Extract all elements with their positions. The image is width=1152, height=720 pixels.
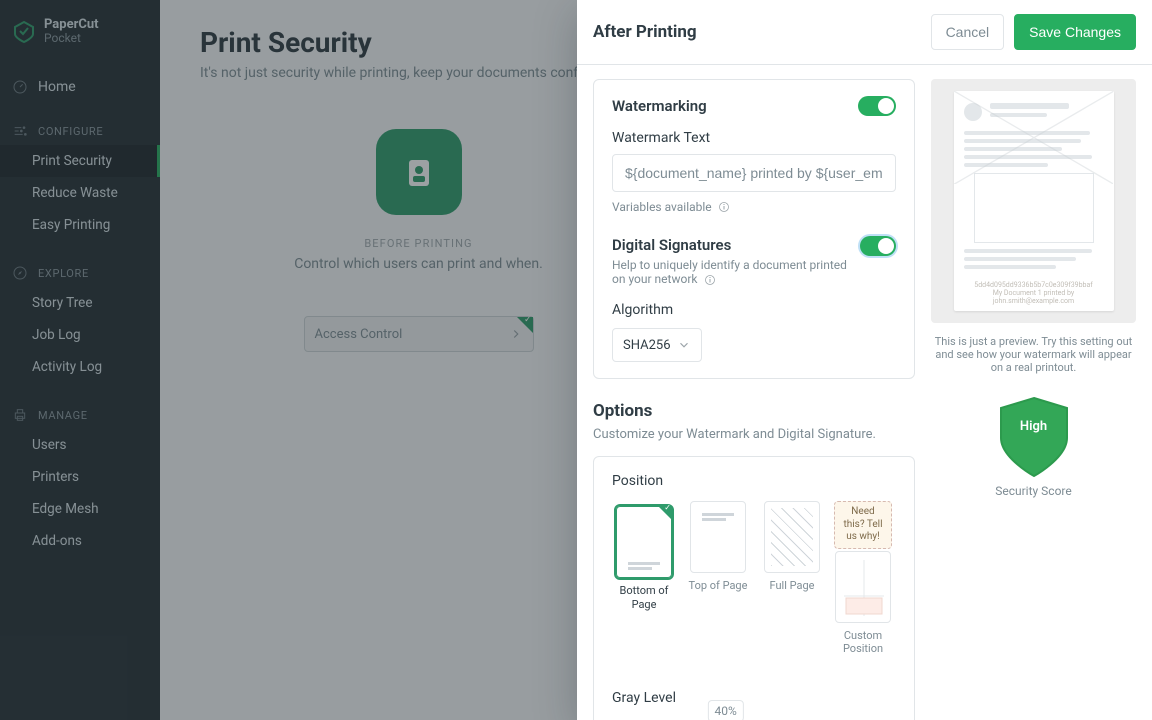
before-lead: Control which users can print and when. xyxy=(294,256,543,272)
before-kicker: BEFORE PRINTING xyxy=(364,237,472,250)
algorithm-select[interactable]: SHA256 xyxy=(612,328,702,362)
before-printing-card: BEFORE PRINTING Control which users can … xyxy=(200,129,637,403)
shield-text: High xyxy=(1020,419,1047,434)
brand-logo: PaperCutPocket xyxy=(0,0,160,69)
section-manage-label: Manage xyxy=(38,409,88,422)
preview-card: 5dd4d095dd9336b5b7c0e309f39bbaf My Docum… xyxy=(931,79,1136,323)
section-explore-label: Explore xyxy=(38,267,89,280)
position-top[interactable]: Top of Page xyxy=(686,501,750,656)
info-icon xyxy=(718,201,730,213)
after-printing-panel: After Printing Cancel Save Changes Water… xyxy=(577,0,1152,720)
digital-signatures-help: Help to uniquely identify a document pri… xyxy=(612,258,860,286)
gray-level-value: 40% xyxy=(707,700,743,720)
sidebar-item-printers[interactable]: Printers xyxy=(0,461,160,493)
algorithm-label: Algorithm xyxy=(612,302,896,318)
sidebar-item-easy-printing[interactable]: Easy Printing xyxy=(0,209,160,241)
brand-name: PaperCut xyxy=(44,18,99,31)
preview-image-placeholder xyxy=(974,173,1094,243)
sidebar-item-print-security[interactable]: Print Security xyxy=(0,145,160,177)
preview-hash: 5dd4d095dd9336b5b7c0e309f39bbaf xyxy=(954,281,1114,289)
options-section: Options Customize your Watermark and Dig… xyxy=(593,401,915,720)
sidebar-item-activity-log[interactable]: Activity Log xyxy=(0,351,160,383)
panel-title: After Printing xyxy=(593,22,697,42)
sidebar-item-edge-mesh[interactable]: Edge Mesh xyxy=(0,493,160,525)
access-control-select[interactable]: Access Control xyxy=(304,316,534,352)
position-custom[interactable]: Need this? Tell us why! Custom Position xyxy=(834,501,892,656)
sliders-icon xyxy=(12,123,28,139)
sidebar-item-reduce-waste[interactable]: Reduce Waste xyxy=(0,177,160,209)
sidebar-item-story-tree[interactable]: Story Tree xyxy=(0,287,160,319)
sidebar-item-job-log[interactable]: Job Log xyxy=(0,319,160,351)
brand-sub: Pocket xyxy=(44,31,81,45)
gray-level-label: Gray Level xyxy=(612,690,896,706)
preview-doc: My Document 1 printed by xyxy=(954,289,1114,297)
digital-signatures-toggle[interactable] xyxy=(860,236,896,256)
gray-level-section: Gray Level 40% xyxy=(612,674,896,720)
nav-home[interactable]: Home xyxy=(0,69,160,113)
info-icon xyxy=(704,274,716,286)
position-bottom[interactable]: Bottom of Page xyxy=(612,501,676,656)
gauge-icon xyxy=(12,79,28,95)
position-full[interactable]: Full Page xyxy=(760,501,824,656)
section-configure-label: Configure xyxy=(38,125,103,138)
panel-header: After Printing Cancel Save Changes xyxy=(577,0,1152,65)
sidebar-item-users[interactable]: Users xyxy=(0,429,160,461)
section-manage: Manage xyxy=(0,397,160,429)
section-configure: Configure xyxy=(0,113,160,145)
shield-icon xyxy=(997,396,1071,478)
nav-home-label: Home xyxy=(38,79,76,95)
sidebar-item-addons[interactable]: Add-ons xyxy=(0,525,160,557)
preview-page: 5dd4d095dd9336b5b7c0e309f39bbaf My Docum… xyxy=(954,91,1114,311)
journey-callout[interactable]: Need this? Tell us why! xyxy=(834,501,892,549)
position-label: Position xyxy=(612,473,896,489)
variables-available[interactable]: Variables available xyxy=(612,200,896,214)
preview-note: This is just a preview. Try this setting… xyxy=(934,335,1134,374)
papercut-logo-icon xyxy=(12,20,36,44)
watermark-text-label: Watermark Text xyxy=(612,130,896,146)
digital-signatures-label: Digital Signatures xyxy=(612,236,860,254)
watermarking-toggle[interactable] xyxy=(858,96,896,116)
preview-email: john.smith@example.com xyxy=(954,297,1114,305)
watermarking-card: Watermarking Watermark Text Variables av… xyxy=(593,79,915,379)
sidebar: PaperCutPocket Home Configure Print Secu… xyxy=(0,0,160,720)
watermarking-label: Watermarking xyxy=(612,97,707,115)
preview-column: 5dd4d095dd9336b5b7c0e309f39bbaf My Docum… xyxy=(931,79,1136,706)
printer-icon xyxy=(12,407,28,423)
section-explore: Explore xyxy=(0,255,160,287)
compass-icon xyxy=(12,265,28,281)
access-control-label: Access Control xyxy=(315,327,403,342)
save-button[interactable]: Save Changes xyxy=(1014,14,1136,50)
security-score-label: Security Score xyxy=(995,484,1072,498)
chevron-down-icon xyxy=(677,338,691,352)
cancel-button[interactable]: Cancel xyxy=(931,14,1005,50)
options-sub: Customize your Watermark and Digital Sig… xyxy=(593,427,915,442)
watermark-text-input[interactable] xyxy=(612,154,896,192)
badge-icon xyxy=(376,129,462,215)
options-title: Options xyxy=(593,401,915,421)
